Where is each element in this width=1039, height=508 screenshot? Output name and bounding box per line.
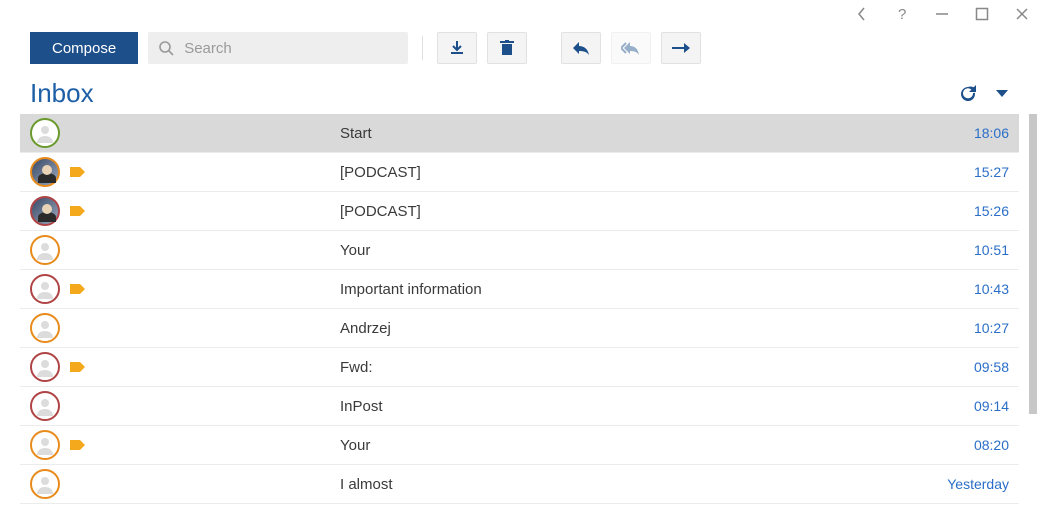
delete-button[interactable] bbox=[487, 32, 527, 64]
message-row[interactable]: [PODCAST]15:27 bbox=[20, 153, 1019, 192]
message-subject: [PODCAST] bbox=[340, 164, 929, 181]
tag-icon bbox=[70, 360, 86, 374]
tag-column bbox=[70, 360, 110, 374]
message-subject: [PODCAST] bbox=[340, 203, 929, 220]
maximize-icon[interactable] bbox=[973, 5, 991, 23]
folder-actions bbox=[959, 85, 1009, 103]
search-input[interactable] bbox=[184, 40, 398, 57]
message-time: 09:14 bbox=[929, 398, 1009, 414]
svg-text:?: ? bbox=[898, 6, 906, 22]
message-row[interactable]: Your08:20 bbox=[20, 426, 1019, 465]
message-row[interactable]: InPost09:14 bbox=[20, 387, 1019, 426]
message-time: 18:06 bbox=[929, 125, 1009, 141]
message-row[interactable]: I almostYesterday bbox=[20, 465, 1019, 504]
avatar bbox=[30, 235, 60, 265]
scrollbar-thumb[interactable] bbox=[1029, 114, 1037, 414]
forward-button[interactable] bbox=[661, 32, 701, 64]
message-row[interactable]: Important information10:43 bbox=[20, 270, 1019, 309]
tag-icon bbox=[70, 282, 86, 296]
tag-icon bbox=[70, 165, 86, 179]
tag-column bbox=[70, 438, 110, 452]
avatar bbox=[30, 430, 60, 460]
message-subject: InPost bbox=[340, 398, 929, 415]
avatar bbox=[30, 313, 60, 343]
message-subject: Important information bbox=[340, 281, 929, 298]
folder-title: Inbox bbox=[30, 78, 94, 109]
search-icon bbox=[158, 40, 174, 56]
download-button[interactable] bbox=[437, 32, 477, 64]
message-time: 08:20 bbox=[929, 437, 1009, 453]
folder-header: Inbox bbox=[0, 68, 1039, 119]
search-box[interactable] bbox=[148, 32, 408, 64]
avatar bbox=[30, 157, 60, 187]
message-row[interactable]: Andrzej10:27 bbox=[20, 309, 1019, 348]
message-time: 15:27 bbox=[929, 164, 1009, 180]
dropdown-icon[interactable] bbox=[995, 89, 1009, 99]
message-time: 10:27 bbox=[929, 320, 1009, 336]
message-subject: Start bbox=[340, 125, 929, 142]
tag-column bbox=[70, 165, 110, 179]
message-time: 15:26 bbox=[929, 203, 1009, 219]
message-row[interactable]: Your10:51 bbox=[20, 231, 1019, 270]
back-icon[interactable] bbox=[853, 5, 871, 23]
compose-button[interactable]: Compose bbox=[30, 32, 138, 64]
window-titlebar: ? bbox=[0, 0, 1039, 28]
message-subject: Your bbox=[340, 437, 929, 454]
message-list-container: Start18:06[PODCAST]15:27[PODCAST]15:26Yo… bbox=[0, 114, 1039, 508]
avatar bbox=[30, 352, 60, 382]
message-time: 09:58 bbox=[929, 359, 1009, 375]
close-icon[interactable] bbox=[1013, 5, 1031, 23]
message-subject: Your bbox=[340, 242, 929, 259]
tag-icon bbox=[70, 204, 86, 218]
avatar bbox=[30, 274, 60, 304]
reply-all-button bbox=[611, 32, 651, 64]
avatar bbox=[30, 391, 60, 421]
tag-column bbox=[70, 282, 110, 296]
tag-icon bbox=[70, 438, 86, 452]
avatar bbox=[30, 196, 60, 226]
message-subject: I almost bbox=[340, 476, 929, 493]
avatar bbox=[30, 118, 60, 148]
reply-button[interactable] bbox=[561, 32, 601, 64]
scrollbar-track[interactable] bbox=[1027, 114, 1037, 508]
avatar bbox=[30, 469, 60, 499]
message-subject: Andrzej bbox=[340, 320, 929, 337]
message-time: 10:51 bbox=[929, 242, 1009, 258]
help-icon[interactable]: ? bbox=[893, 5, 911, 23]
message-time: 10:43 bbox=[929, 281, 1009, 297]
toolbar-separator bbox=[422, 36, 423, 60]
message-row[interactable]: [PODCAST]15:26 bbox=[20, 192, 1019, 231]
message-list: Start18:06[PODCAST]15:27[PODCAST]15:26Yo… bbox=[20, 114, 1019, 508]
minimize-icon[interactable] bbox=[933, 5, 951, 23]
message-row[interactable]: Fwd:09:58 bbox=[20, 348, 1019, 387]
tag-column bbox=[70, 204, 110, 218]
message-subject: Fwd: bbox=[340, 359, 929, 376]
message-row[interactable]: Start18:06 bbox=[20, 114, 1019, 153]
main-toolbar: Compose bbox=[0, 28, 1039, 68]
message-time: Yesterday bbox=[929, 476, 1009, 492]
refresh-icon[interactable] bbox=[959, 85, 977, 103]
